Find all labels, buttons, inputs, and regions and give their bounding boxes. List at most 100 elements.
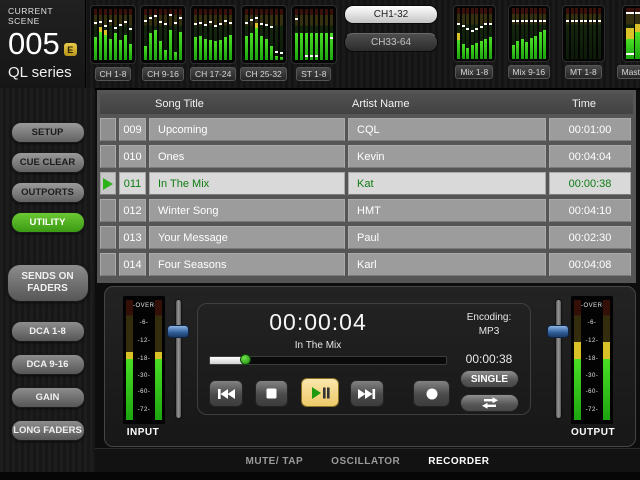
meter-peak-hold xyxy=(626,12,634,14)
meter-scale-tick: -60- xyxy=(133,389,155,395)
meter-group-label[interactable]: Master xyxy=(617,65,640,79)
song-row[interactable]: 010OnesKevin00:04:04 xyxy=(100,145,633,168)
meter-peak-hold xyxy=(534,20,537,22)
next-track-button[interactable] xyxy=(350,380,384,407)
input-slider-knob[interactable] xyxy=(167,325,189,338)
meter-green-fill xyxy=(245,36,248,60)
meter-peak-hold xyxy=(489,23,492,25)
meter-bar xyxy=(534,8,537,59)
tab-mute-tap[interactable]: MUTE/ TAP xyxy=(246,456,304,467)
song-row[interactable]: 011In The MixKat00:00:38 xyxy=(100,172,633,195)
meter-bar xyxy=(603,300,610,420)
song-row[interactable]: 009UpcomingCQL00:01:00 xyxy=(100,118,633,141)
meter-peak-hold xyxy=(229,22,232,24)
song-title-cell[interactable]: In The Mix xyxy=(149,172,345,195)
meter-peak-hold xyxy=(255,17,258,19)
meter-group-label[interactable]: Mix 1-8 xyxy=(455,65,493,79)
meter-group-master: Master xyxy=(617,5,640,79)
meter-peak-hold xyxy=(484,23,487,25)
artist-name-cell[interactable]: Paul xyxy=(348,226,546,249)
single-mode-button[interactable]: SINGLE xyxy=(460,370,519,388)
meter-green-fill xyxy=(214,41,217,60)
meter-scale-tick: -OVER- xyxy=(581,303,603,309)
meter-bar xyxy=(174,9,177,60)
meter-group-ch-25-32: CH 25-32 xyxy=(240,5,286,81)
meter-peak-hold xyxy=(475,28,478,30)
sidebar-button-outports[interactable]: OUTPORTS xyxy=(11,182,85,203)
tab-oscillator[interactable]: OSCILLATOR xyxy=(331,456,400,467)
meter-group-label[interactable]: Mix 9-16 xyxy=(508,65,551,79)
previous-track-button[interactable] xyxy=(209,380,243,407)
artist-name-cell[interactable]: CQL xyxy=(348,118,546,141)
record-button[interactable] xyxy=(413,380,450,407)
meter-group-label[interactable]: CH 25-32 xyxy=(240,67,286,81)
meter-group-label[interactable]: CH 17-24 xyxy=(190,67,236,81)
meter-bar xyxy=(516,8,519,59)
meter-green-fill xyxy=(320,33,323,60)
stop-icon xyxy=(266,388,277,399)
song-table-header: Song Title Artist Name Time xyxy=(100,93,633,114)
meter-green-fill xyxy=(480,41,483,59)
song-title-cell[interactable]: Winter Song xyxy=(149,199,345,222)
song-progress-bar[interactable] xyxy=(209,356,447,365)
meter-yellow-fill xyxy=(626,28,634,38)
bank-button-ch1-32[interactable]: CH1-32 xyxy=(344,5,438,24)
sidebar-button-dca-1-8[interactable]: DCA 1-8 xyxy=(11,321,85,342)
repeat-mode-button[interactable] xyxy=(460,394,519,412)
song-title-cell[interactable]: Ones xyxy=(149,145,345,168)
input-level-slider[interactable] xyxy=(167,300,189,418)
meter-bar xyxy=(114,9,117,60)
artist-name-cell[interactable]: Kevin xyxy=(348,145,546,168)
meter-group-label[interactable]: CH 9-16 xyxy=(142,67,184,81)
artist-name-cell[interactable]: Karl xyxy=(348,253,546,276)
meter-peak-hold xyxy=(174,22,177,24)
output-level-slider[interactable] xyxy=(547,300,569,418)
sidebar-button-dca-9-16[interactable]: DCA 9-16 xyxy=(11,354,85,375)
meter-bar xyxy=(574,300,581,420)
meter-peak-hold xyxy=(209,21,212,23)
meter-bar xyxy=(466,8,469,59)
meter-peak-hold xyxy=(543,20,546,22)
meter-group-label[interactable]: MT 1-8 xyxy=(565,65,602,79)
sidebar-button-utility[interactable]: UTILITY xyxy=(11,212,85,233)
sidebar-button-long-faders[interactable]: LONG FADERS xyxy=(11,420,85,441)
meter-green-fill xyxy=(255,28,258,60)
meter-bar xyxy=(484,8,487,59)
meter-scale: -OVER--6--12--18--30--60--72- xyxy=(581,300,603,420)
record-icon xyxy=(425,387,439,401)
song-row[interactable]: 012Winter SongHMT00:04:10 xyxy=(100,199,633,222)
sidebar-button-sends-on-faders[interactable]: SENDS ON FADERS xyxy=(7,264,89,302)
meter-green-fill xyxy=(169,30,172,60)
bank-button-ch33-64[interactable]: CH33-64 xyxy=(344,33,438,52)
song-title-cell[interactable]: Upcoming xyxy=(149,118,345,141)
song-title-cell[interactable]: Four Seasons xyxy=(149,253,345,276)
meter-green-fill xyxy=(124,35,127,61)
meter-green-fill xyxy=(260,36,263,60)
meter-peak-hold xyxy=(566,20,569,22)
meter-bar xyxy=(571,8,574,59)
meter-group-label[interactable]: CH 1-8 xyxy=(95,67,132,81)
song-title-cell[interactable]: Your Message xyxy=(149,226,345,249)
play-indicator-cell xyxy=(100,226,116,249)
meter-group-label[interactable]: ST 1-8 xyxy=(296,67,331,81)
output-slider-knob[interactable] xyxy=(547,325,569,338)
output-level-meter: -OVER--6--12--18--30--60--72- xyxy=(571,296,613,424)
output-slider-track xyxy=(556,300,561,418)
song-row[interactable]: 014Four SeasonsKarl00:04:08 xyxy=(100,253,633,276)
play-pause-button[interactable] xyxy=(301,378,339,407)
meter-green-fill xyxy=(635,32,640,59)
current-scene-box[interactable]: CURRENT SCENE 005 E QL series xyxy=(0,0,86,88)
meter-green-fill xyxy=(534,36,537,59)
artist-name-cell[interactable]: Kat xyxy=(348,172,546,195)
progress-knob[interactable] xyxy=(240,354,251,365)
song-row[interactable]: 013Your MessagePaul00:02:30 xyxy=(100,226,633,249)
sidebar-button-cue-clear[interactable]: CUE CLEAR xyxy=(11,152,85,173)
artist-name-cell[interactable]: HMT xyxy=(348,199,546,222)
sidebar-button-gain[interactable]: GAIN xyxy=(11,387,85,408)
tab-recorder[interactable]: RECORDER xyxy=(428,456,489,467)
meter-group-display xyxy=(562,5,605,62)
meter-green-fill xyxy=(159,41,162,60)
stop-button[interactable] xyxy=(255,380,288,407)
sidebar-button-setup[interactable]: SETUP xyxy=(11,122,85,143)
meter-peak-hold xyxy=(199,22,202,24)
